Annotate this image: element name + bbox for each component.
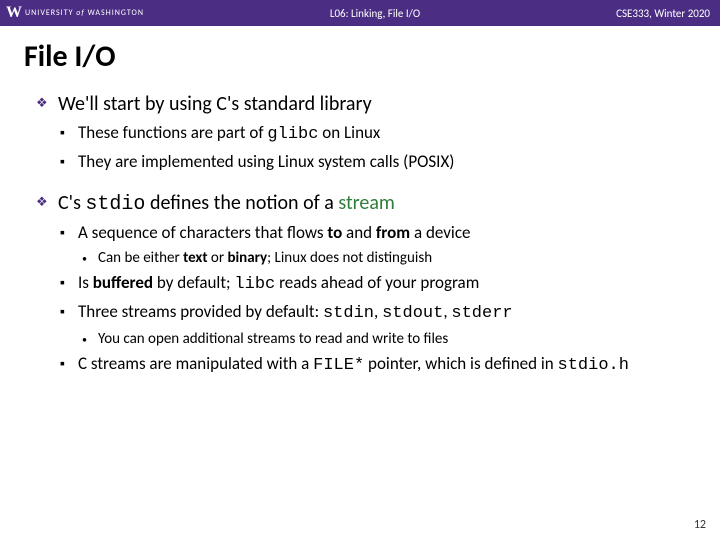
university-logo: W UNIVERSITY of WASHINGTON — [0, 4, 200, 22]
header-bar: W UNIVERSITY of WASHINGTON L06: Linking,… — [0, 0, 720, 26]
slide-content: ❖ We'll start by using C's standard libr… — [0, 91, 720, 378]
bullet-2-4: ▪ C streams are manipulated with a FILE*… — [60, 353, 700, 378]
bullet-2-1: ▪ A sequence of characters that flows to… — [60, 222, 700, 245]
dot-bullet-icon: • — [82, 248, 98, 268]
diamond-bullet-icon: ❖ — [36, 91, 58, 118]
bullet-2: ❖ C's stdio defines the notion of a stre… — [36, 190, 700, 218]
course-label: CSE333, Winter 2020 — [550, 7, 720, 20]
square-bullet-icon: ▪ — [60, 122, 78, 147]
bullet-2-3-1: • You can open additional streams to rea… — [82, 329, 700, 349]
diamond-bullet-icon: ❖ — [36, 190, 58, 218]
page-number: 12 — [694, 518, 706, 532]
bullet-2-1-1: • Can be either text or binary; Linux do… — [82, 248, 700, 268]
square-bullet-icon: ▪ — [60, 151, 78, 174]
dot-bullet-icon: • — [82, 329, 98, 349]
square-bullet-icon: ▪ — [60, 222, 78, 245]
lecture-label: L06: Linking, File I/O — [200, 7, 550, 20]
square-bullet-icon: ▪ — [60, 272, 78, 297]
bullet-1-2: ▪ They are implemented using Linux syste… — [60, 151, 700, 174]
bullet-1: ❖ We'll start by using C's standard libr… — [36, 91, 700, 118]
bullet-2-3: ▪ Three streams provided by default: std… — [60, 301, 700, 326]
slide-title: File I/O — [0, 26, 720, 81]
square-bullet-icon: ▪ — [60, 301, 78, 326]
bullet-2-2: ▪ Is buffered by default; libc reads ahe… — [60, 272, 700, 297]
uw-w-icon: W — [6, 4, 21, 22]
university-text: UNIVERSITY of WASHINGTON — [25, 8, 144, 18]
square-bullet-icon: ▪ — [60, 353, 78, 378]
bullet-1-1: ▪ These functions are part of glibc on L… — [60, 122, 700, 147]
